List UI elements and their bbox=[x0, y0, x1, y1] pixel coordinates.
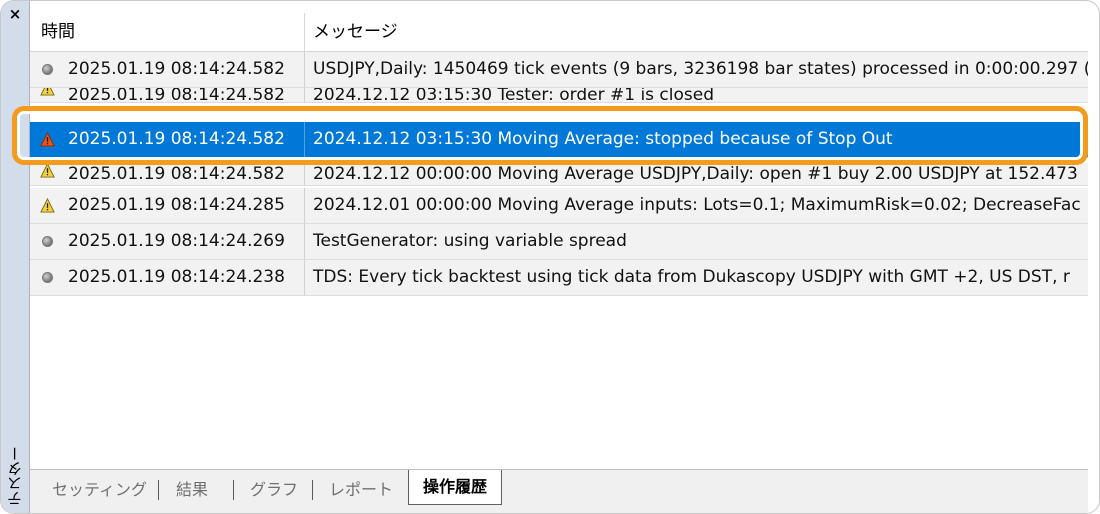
row-time: 2025.01.19 08:14:24.582 bbox=[68, 59, 285, 79]
row-time: 2025.01.19 08:14:24.582 bbox=[68, 88, 285, 103]
table-row[interactable]: 2025.01.19 08:14:24.238 TDS: Every tick … bbox=[30, 260, 1088, 296]
row-time: 2025.01.19 08:14:24.269 bbox=[68, 231, 285, 251]
tab-journal[interactable]: 操作履歴 bbox=[408, 470, 503, 505]
time-cell: 2025.01.19 08:14:24.582 bbox=[30, 52, 305, 87]
warning-icon bbox=[40, 163, 55, 178]
journal-table: 時間 メッセージ 2025.01.19 08:14:24.582 USDJPY,… bbox=[30, 13, 1088, 469]
row-message: TDS: Every tick backtest using tick data… bbox=[313, 267, 1070, 287]
table-row[interactable]: 2025.01.19 08:14:24.269 TestGenerator: u… bbox=[30, 224, 1088, 260]
close-icon[interactable]: × bbox=[7, 6, 23, 22]
tester-panel: × テスター 時間 メッセージ 2025.01.19 08:14:24.582 … bbox=[0, 0, 1100, 514]
row-message: 2024.12.12 00:00:00 Moving Average USDJP… bbox=[313, 164, 1078, 184]
row-time: 2025.01.19 08:14:24.582 bbox=[68, 164, 285, 184]
time-cell: 2025.01.19 08:14:24.582 bbox=[30, 88, 305, 103]
column-divider[interactable] bbox=[304, 13, 305, 51]
tab-results[interactable]: 結果 bbox=[176, 476, 208, 504]
time-cell: 2025.01.19 08:14:24.285 bbox=[30, 188, 305, 223]
info-dot-icon bbox=[40, 62, 55, 77]
row-message: 2024.12.12 03:15:30 Tester: order #1 is … bbox=[313, 88, 715, 103]
warning-icon bbox=[40, 197, 55, 213]
tab-divider bbox=[233, 480, 234, 500]
table-row[interactable]: 2025.01.19 08:14:24.285 2024.12.01 00:00… bbox=[30, 188, 1088, 224]
tester-label: テスター bbox=[6, 446, 24, 506]
table-row[interactable]: 2025.01.19 08:14:24.582 USDJPY,Daily: 14… bbox=[30, 52, 1088, 88]
tester-tab-bar: セッティング 結果 グラフ レポート 操作履歴 bbox=[30, 469, 1088, 513]
warning-icon bbox=[40, 88, 55, 96]
row-time: 2025.01.19 08:14:24.238 bbox=[68, 267, 285, 287]
column-header-message[interactable]: メッセージ bbox=[313, 13, 398, 51]
highlight-frame bbox=[12, 106, 1088, 165]
table-row[interactable]: 2025.01.19 08:14:24.582 2024.12.12 00:00… bbox=[30, 163, 1088, 186]
info-dot-icon bbox=[40, 270, 55, 285]
row-time: 2025.01.19 08:14:24.285 bbox=[68, 195, 285, 215]
row-message: TestGenerator: using variable spread bbox=[313, 231, 627, 251]
tab-divider bbox=[312, 480, 313, 500]
tab-divider bbox=[158, 480, 159, 500]
tab-graph[interactable]: グラフ bbox=[250, 476, 298, 504]
time-cell: 2025.01.19 08:14:24.238 bbox=[30, 260, 305, 295]
table-row[interactable]: 2025.01.19 08:14:24.582 2024.12.12 03:15… bbox=[30, 88, 1088, 103]
tester-side-strip: × テスター bbox=[1, 1, 30, 513]
row-message: USDJPY,Daily: 1450469 tick events (9 bar… bbox=[313, 59, 1088, 79]
info-dot-icon bbox=[40, 234, 55, 249]
tab-report[interactable]: レポート bbox=[329, 476, 393, 504]
row-message: 2024.12.01 00:00:00 Moving Average input… bbox=[313, 195, 1081, 215]
column-header-time[interactable]: 時間 bbox=[41, 13, 75, 51]
tab-settings[interactable]: セッティング bbox=[52, 476, 147, 504]
table-header: 時間 メッセージ bbox=[30, 13, 1088, 52]
time-cell: 2025.01.19 08:14:24.582 bbox=[30, 163, 305, 185]
time-cell: 2025.01.19 08:14:24.269 bbox=[30, 224, 305, 259]
